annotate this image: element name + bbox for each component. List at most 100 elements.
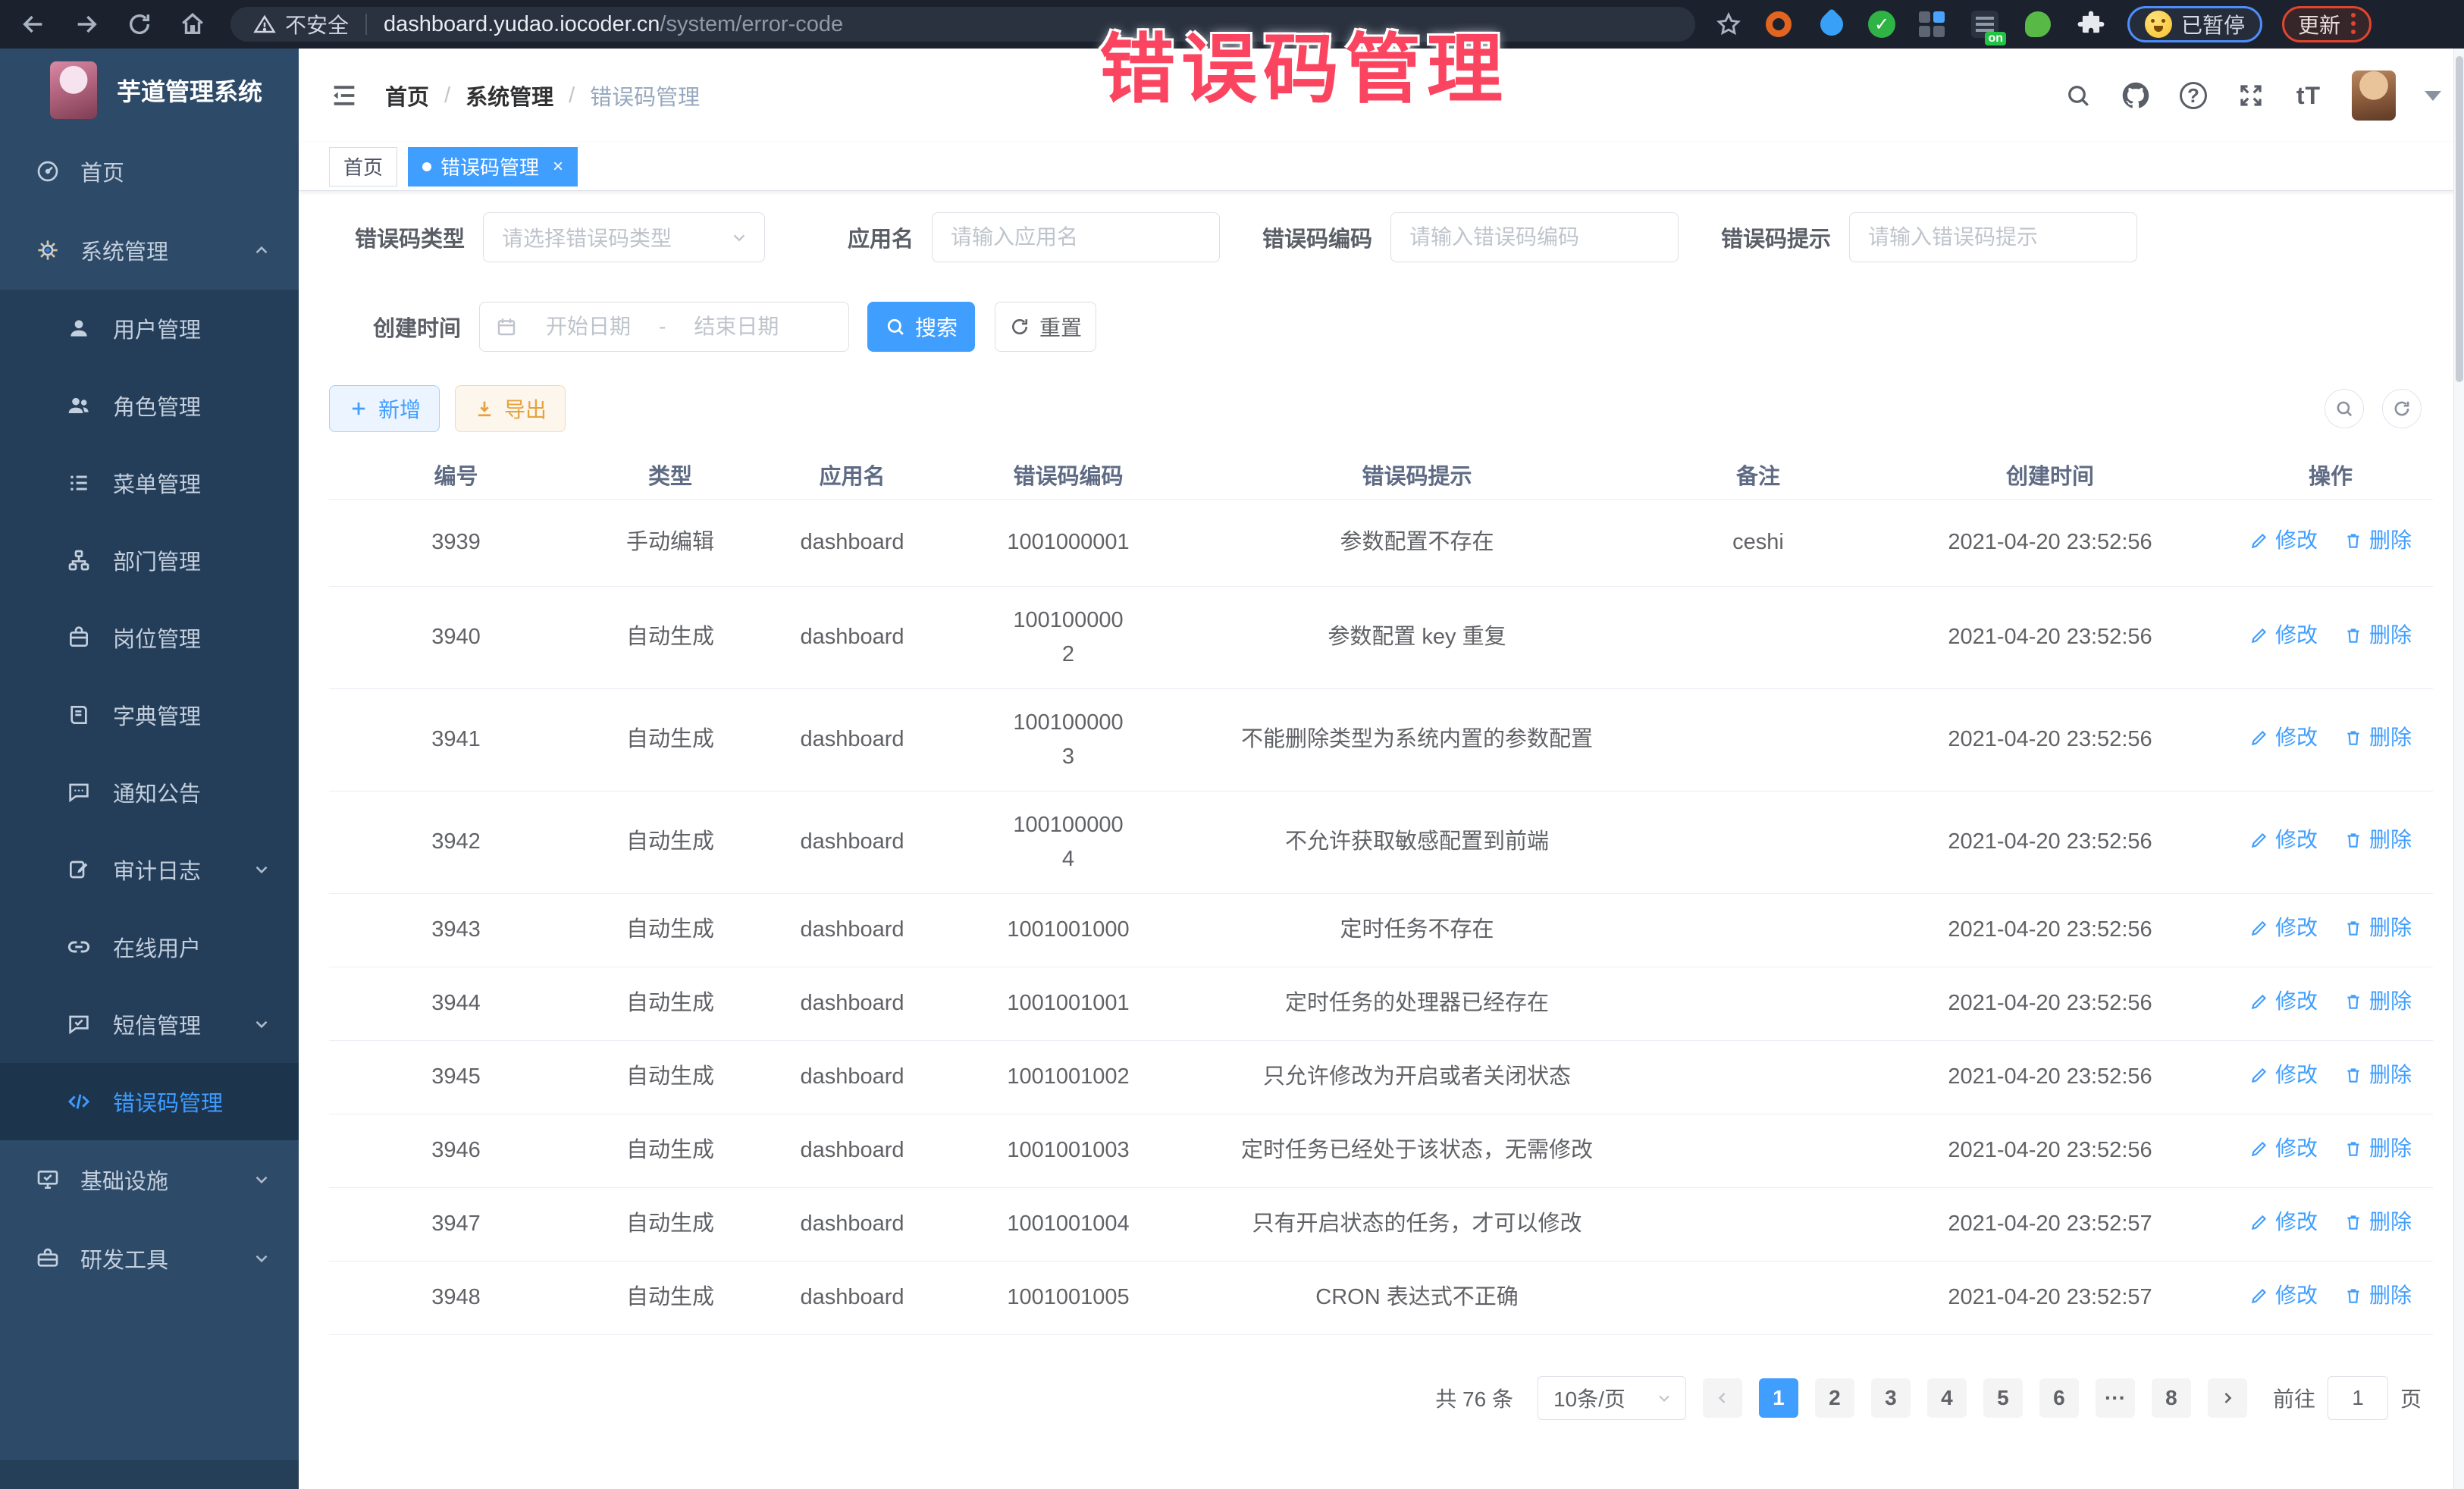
edit-link[interactable]: 修改 [2249,1058,2318,1091]
fullscreen-icon[interactable] [2237,81,2265,110]
page-scrollbar[interactable] [2453,49,2464,1489]
extension-green-icon[interactable] [2021,8,2055,41]
user-avatar[interactable] [2352,71,2396,121]
edit-link[interactable]: 修改 [2249,1279,2318,1312]
profile-paused-badge[interactable]: 已暂停 [2127,6,2262,42]
sidebar-item-dept-management[interactable]: 部门管理 [0,522,299,599]
delete-link[interactable]: 删除 [2343,619,2412,651]
github-icon[interactable] [2121,81,2150,110]
address-bar[interactable]: 不安全 dashboard.yudao.iocoder.cn /system/e… [230,7,1695,42]
page-button-4[interactable]: 4 [1927,1378,1967,1418]
help-icon[interactable]: ? [2179,81,2208,110]
browser-update-button[interactable]: 更新 [2282,6,2372,42]
edit-link[interactable]: 修改 [2249,823,2318,856]
delete-link[interactable]: 删除 [2343,911,2412,944]
caret-down-icon[interactable] [2425,91,2441,101]
sidebar-item-sms-management[interactable]: 短信管理 [0,986,299,1063]
sidebar-item-home[interactable]: 首页 [0,132,299,211]
breadcrumb-home[interactable]: 首页 [385,80,429,111]
sidebar-item-user-management[interactable]: 用户管理 [0,290,299,367]
sidebar-item-dev-tools[interactable]: 研发工具 [0,1219,299,1298]
delete-link[interactable]: 删除 [2343,1205,2412,1238]
tag-home[interactable]: 首页 [329,147,397,187]
goto-page-input[interactable] [2328,1376,2388,1420]
filter-label-error-type: 错误码类型 [355,221,465,253]
edit-link[interactable]: 修改 [2249,619,2318,651]
page-button-1[interactable]: 1 [1759,1378,1798,1418]
search-icon [2334,399,2354,418]
page-button-8[interactable]: 8 [2152,1378,2191,1418]
browser-forward-icon[interactable] [73,11,100,38]
export-button[interactable]: 导出 [455,385,566,432]
sidebar-item-notice[interactable]: 通知公告 [0,754,299,831]
error-code-input[interactable] [1390,212,1679,262]
edit-link[interactable]: 修改 [2249,911,2318,944]
delete-link[interactable]: 删除 [2343,1058,2412,1091]
sidebar-item-error-code[interactable]: 错误码管理 [0,1063,299,1140]
table-header-row: 编号 类型 应用名 错误码编码 错误码提示 备注 创建时间 操作 [329,450,2433,499]
sidebar-item-menu-management[interactable]: 菜单管理 [0,444,299,522]
end-date-input[interactable] [672,315,801,339]
page-button-6[interactable]: 6 [2039,1378,2079,1418]
sidebar-item-system-management[interactable]: 系统管理 [0,211,299,290]
sidebar-item-post-management[interactable]: 岗位管理 [0,599,299,676]
delete-link[interactable]: 删除 [2343,823,2412,856]
sidebar-item-audit-log[interactable]: 审计日志 [0,831,299,908]
page-button-2[interactable]: 2 [1815,1378,1854,1418]
browser-reload-icon[interactable] [126,11,153,38]
delete-link[interactable]: 删除 [2343,1132,2412,1165]
browser-back-icon[interactable] [20,11,47,38]
delete-link[interactable]: 删除 [2343,721,2412,754]
sidebar-item-role-management[interactable]: 角色管理 [0,367,299,444]
tag-close-icon[interactable]: × [553,156,563,177]
edit-link[interactable]: 修改 [2249,1205,2318,1238]
prev-page-button[interactable] [1703,1378,1742,1418]
table-row: 3940自动生成dashboard100100000 2参数配置 key 重复2… [329,586,2433,688]
scrollbar-thumb[interactable] [2456,56,2463,382]
add-button[interactable]: 新增 [329,385,440,432]
error-message-input[interactable] [1849,212,2137,262]
font-size-icon[interactable]: tT [2294,81,2323,110]
edit-link[interactable]: 修改 [2249,985,2318,1017]
extension-switch-icon[interactable]: on [1968,8,2002,41]
sidebar-item-dict-management[interactable]: 字典管理 [0,676,299,754]
edit-pencil-icon [2249,625,2269,645]
page-ellipsis-button[interactable]: ··· [2096,1378,2135,1418]
header-search-icon[interactable] [2064,81,2093,110]
app-logo[interactable]: 芋道管理系统 [0,49,299,132]
col-app: 应用名 [757,450,947,499]
user-icon [66,315,92,341]
sidebar-item-online-users[interactable]: 在线用户 [0,908,299,986]
edit-link[interactable]: 修改 [2249,1132,2318,1165]
delete-link[interactable]: 删除 [2343,1279,2412,1312]
page-button-3[interactable]: 3 [1871,1378,1911,1418]
hamburger-fold-icon[interactable] [329,80,359,111]
browser-home-icon[interactable] [179,11,206,38]
extension-grid-icon[interactable] [1915,8,1948,41]
extension-check-icon[interactable]: ✓ [1868,11,1895,38]
url-host: dashboard.yudao.iocoder.cn [384,12,660,37]
sidebar-item-infrastructure[interactable]: 基础设施 [0,1140,299,1219]
start-date-input[interactable] [524,315,653,339]
delete-link[interactable]: 删除 [2343,524,2412,556]
refresh-table-button[interactable] [2382,389,2422,428]
edit-link[interactable]: 修改 [2249,721,2318,754]
reset-button[interactable]: 重置 [995,302,1096,352]
extensions-puzzle-icon[interactable] [2074,8,2108,41]
col-actions: 操作 [2228,450,2433,499]
tag-error-code[interactable]: 错误码管理 × [408,147,578,187]
extension-orange-icon[interactable] [1762,8,1795,41]
extension-drop-icon[interactable] [1815,8,1848,41]
next-page-button[interactable] [2208,1378,2247,1418]
search-button[interactable]: 搜索 [867,302,975,352]
app-name-input[interactable] [932,212,1220,262]
error-type-select[interactable]: 请选择错误码类型 [483,212,765,262]
toggle-search-button[interactable] [2324,389,2364,428]
edit-link[interactable]: 修改 [2249,524,2318,556]
create-time-range-picker[interactable]: - [479,302,849,352]
delete-link[interactable]: 删除 [2343,985,2412,1017]
page-button-5[interactable]: 5 [1983,1378,2023,1418]
bookmark-star-icon[interactable] [1715,11,1742,38]
breadcrumb-system[interactable]: 系统管理 [466,80,553,111]
page-size-select[interactable]: 10条/页 [1538,1376,1686,1420]
